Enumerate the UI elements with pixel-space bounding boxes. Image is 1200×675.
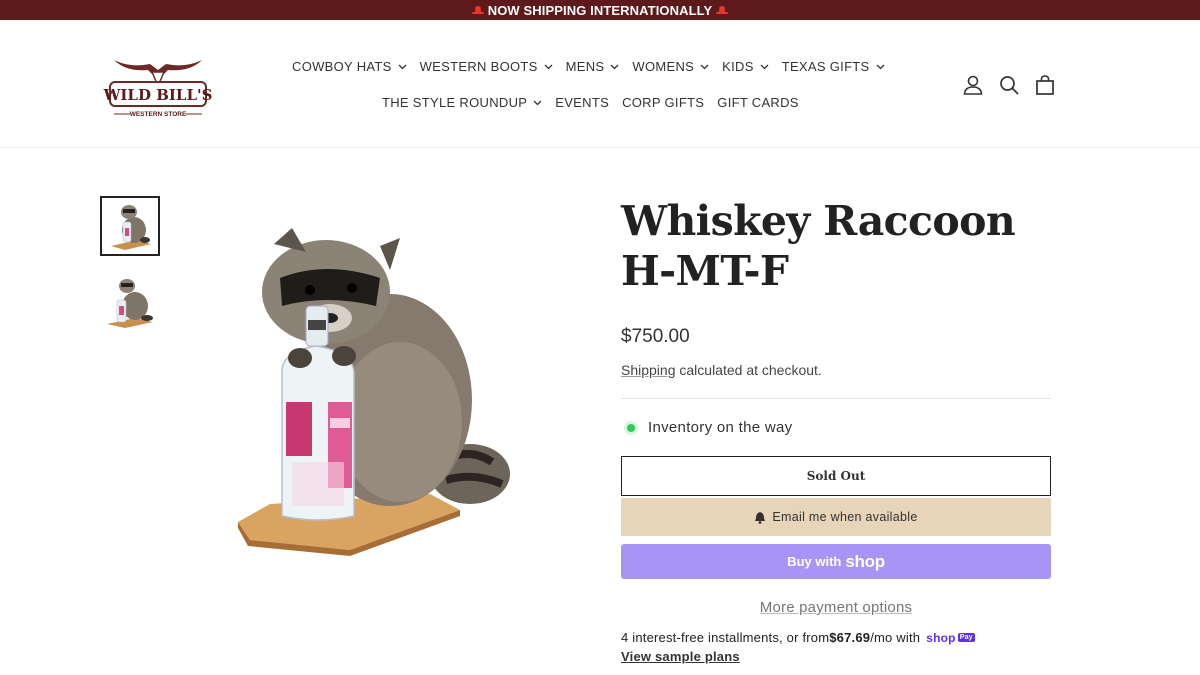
raccoon-thumbnail-image xyxy=(107,279,153,328)
nav-kids[interactable]: KIDS xyxy=(722,59,769,74)
product-info: Whiskey Raccoon H-MT-F $750.00 Shipping … xyxy=(621,196,1051,664)
thumbnail-2[interactable] xyxy=(100,272,160,332)
divider xyxy=(621,398,1051,399)
chevron-down-icon xyxy=(760,64,769,69)
account-icon[interactable] xyxy=(962,74,984,96)
chevron-down-icon xyxy=(876,64,884,69)
primary-nav-row-2: THE STYLE ROUNDUP EVENTS CORP GIFTS GIFT… xyxy=(382,95,812,110)
chevron-down-icon xyxy=(700,64,709,69)
hat-icon xyxy=(471,5,484,15)
bell-icon xyxy=(755,511,766,524)
product-thumbnails xyxy=(100,196,160,348)
nav-label: KIDS xyxy=(722,59,754,74)
installments-prefix: 4 interest-free installments, or from xyxy=(621,630,830,645)
chevron-down-icon xyxy=(544,64,553,69)
more-payment-options-link[interactable]: More payment options xyxy=(621,599,1051,616)
nav-label: TEXAS GIFTS xyxy=(781,59,870,74)
sold-out-button[interactable]: Sold Out xyxy=(621,456,1051,496)
raccoon-whiskey-image xyxy=(238,228,510,556)
installments-info: 4 interest-free installments, or from $6… xyxy=(621,630,1051,645)
chevron-down-icon xyxy=(533,100,542,105)
nav-label: EVENTS xyxy=(555,95,610,110)
nav-label: WESTERN BOOTS xyxy=(419,59,538,74)
installments-amount: $67.69 xyxy=(829,630,871,645)
header-icons xyxy=(962,74,1056,96)
view-sample-plans-link[interactable]: View sample plans xyxy=(621,649,1051,664)
shipping-link[interactable]: Shipping xyxy=(621,362,676,378)
product-main-image[interactable] xyxy=(230,222,520,557)
email-button-label: Email me when available xyxy=(772,510,918,524)
nav-label: CORP GIFTS xyxy=(622,95,705,110)
thumbnail-1[interactable] xyxy=(100,196,160,256)
nav-label: COWBOY HATS xyxy=(292,59,392,74)
primary-nav-row-1: COWBOY HATS WESTERN BOOTS MENS WOMENS KI… xyxy=(292,59,898,74)
product-price: $750.00 xyxy=(621,326,690,347)
nav-events[interactable]: EVENTS xyxy=(555,95,609,110)
inventory-text: Inventory on the way xyxy=(648,419,793,436)
chevron-down-icon xyxy=(610,64,619,69)
cart-icon[interactable] xyxy=(1034,74,1056,96)
announcement-text: NOW SHIPPING INTERNATIONALLY xyxy=(487,2,713,18)
shoppay-word: shop xyxy=(926,630,956,645)
shipping-note: Shipping calculated at checkout. xyxy=(621,362,1051,378)
chevron-down-icon xyxy=(398,64,407,69)
raccoon-thumbnail-image xyxy=(111,205,151,250)
shop-pay-logo: shop Pay xyxy=(926,631,975,645)
nav-cowboy-hats[interactable]: COWBOY HATS xyxy=(292,59,407,74)
nav-womens[interactable]: WOMENS xyxy=(632,59,709,74)
email-when-available-button[interactable]: Email me when available xyxy=(621,498,1051,536)
buy-with-shop-button[interactable]: Buy with shop xyxy=(621,544,1051,579)
product-title: Whiskey Raccoon H-MT-F xyxy=(621,197,1016,295)
inventory-status: Inventory on the way xyxy=(621,419,1051,436)
svg-text:WILD BILL'S: WILD BILL'S xyxy=(103,86,213,104)
nav-mens[interactable]: MENS xyxy=(566,59,620,74)
site-header: WILD BILL'S WESTERN STORE COWBOY HATS WE… xyxy=(0,20,1200,148)
nav-style-roundup[interactable]: THE STYLE ROUNDUP xyxy=(382,95,542,110)
shop-logo: shop xyxy=(845,551,885,571)
svg-text:WESTERN STORE: WESTERN STORE xyxy=(130,111,187,118)
hat-icon xyxy=(716,5,729,15)
search-icon[interactable] xyxy=(998,74,1020,96)
nav-corp-gifts[interactable]: CORP GIFTS xyxy=(622,95,704,110)
announcement-bar: NOW SHIPPING INTERNATIONALLY xyxy=(0,0,1200,20)
nav-label: MENS xyxy=(565,59,605,74)
shipping-text: calculated at checkout. xyxy=(675,362,822,378)
brand-logo[interactable]: WILD BILL'S WESTERN STORE xyxy=(100,50,216,126)
nav-label: WOMENS xyxy=(632,59,695,74)
installments-suffix: /mo with xyxy=(870,630,921,645)
nav-western-boots[interactable]: WESTERN BOOTS xyxy=(420,59,553,74)
nav-gift-cards[interactable]: GIFT CARDS xyxy=(717,95,799,110)
nav-label: GIFT CARDS xyxy=(717,95,799,110)
buy-with-label: Buy with xyxy=(787,554,842,569)
nav-texas-gifts[interactable]: TEXAS GIFTS xyxy=(782,59,885,74)
shoppay-pay-badge: Pay xyxy=(957,633,975,642)
status-dot-icon xyxy=(627,423,635,432)
nav-label: THE STYLE ROUNDUP xyxy=(382,95,528,110)
